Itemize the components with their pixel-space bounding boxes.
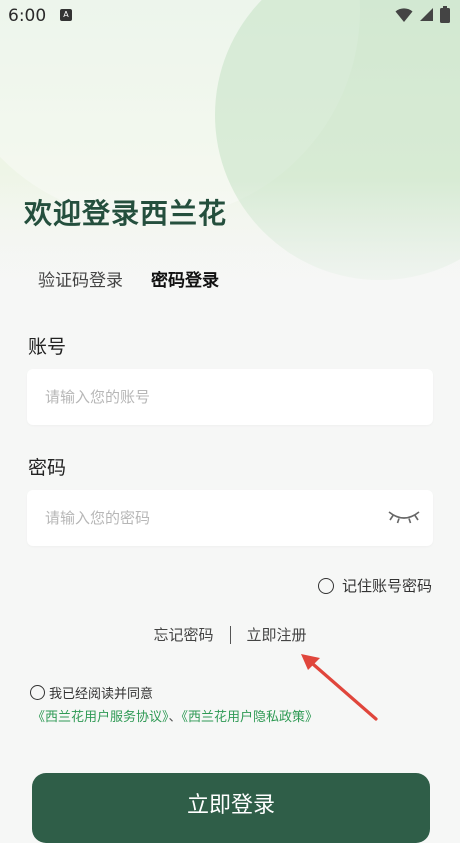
- agreement-links: 《西兰花用户服务协议》、《西兰花用户隐私政策》: [32, 706, 318, 725]
- account-label: 账号: [28, 336, 67, 358]
- privacy-policy-link[interactable]: 《西兰花用户隐私政策》: [182, 710, 319, 725]
- remember-radio[interactable]: [317, 577, 334, 594]
- status-time: 6:00: [8, 6, 47, 26]
- link-divider: [229, 625, 231, 644]
- account-links: 忘记密码 立即注册: [0, 624, 460, 645]
- agreement-toggle[interactable]: 我已经阅读并同意: [30, 683, 318, 702]
- header-background: [0, 0, 460, 300]
- eye-closed-icon[interactable]: [387, 508, 421, 528]
- register-link[interactable]: 立即注册: [247, 624, 307, 645]
- remember-password-toggle[interactable]: 记住账号密码: [317, 575, 432, 596]
- agreement-text: 我已经阅读并同意: [49, 687, 154, 702]
- tab-sms-login[interactable]: 验证码登录: [38, 266, 123, 291]
- status-bar: 6:00 A: [0, 0, 460, 32]
- battery-icon: [440, 6, 450, 23]
- login-button[interactable]: 立即登录: [32, 773, 430, 843]
- account-input[interactable]: [27, 369, 375, 425]
- agreement-separator: 、: [168, 710, 182, 725]
- agreement-section: 我已经阅读并同意 《西兰花用户服务协议》、《西兰花用户隐私政策》: [30, 683, 318, 725]
- agreement-radio[interactable]: [30, 685, 45, 700]
- forgot-password-link[interactable]: 忘记密码: [153, 624, 213, 645]
- signal-icon: [420, 8, 433, 21]
- welcome-title: 欢迎登录西兰花: [24, 197, 228, 230]
- status-icons: [395, 6, 450, 23]
- password-input[interactable]: [27, 490, 375, 546]
- notification-icon: A: [60, 9, 72, 21]
- wifi-icon: [395, 7, 413, 22]
- password-label: 密码: [28, 457, 67, 479]
- password-input-box: [27, 490, 433, 546]
- login-tabs: 验证码登录 密码登录: [38, 266, 219, 291]
- remember-label: 记住账号密码: [341, 577, 432, 595]
- account-input-box: [27, 369, 433, 425]
- tab-password-login[interactable]: 密码登录: [151, 266, 219, 291]
- service-agreement-link[interactable]: 《西兰花用户服务协议》: [32, 710, 169, 725]
